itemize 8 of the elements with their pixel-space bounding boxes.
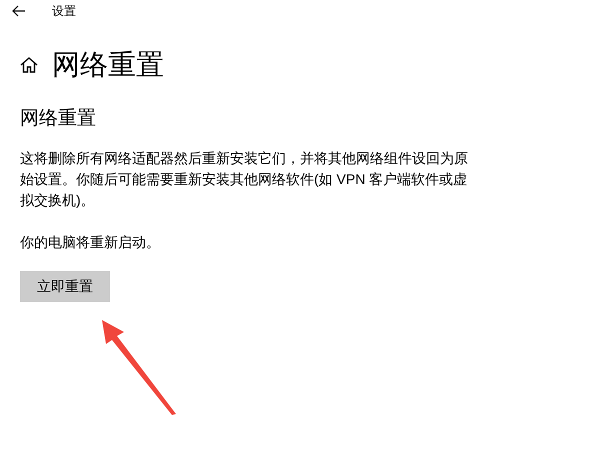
section-title: 网络重置 [20, 107, 97, 131]
home-icon[interactable] [20, 57, 38, 73]
page-title: 网络重置 [52, 48, 164, 82]
restart-note: 你的电脑将重新启动。 [20, 233, 161, 252]
description-text: 这将删除所有网络适配器然后重新安装它们，并将其他网络组件设回为原始设置。你随后可能需要重新安装其他网络软件(如 VPN 客户端软件或虚拟交换机)。 [20, 149, 469, 210]
back-icon[interactable] [12, 5, 26, 17]
reset-now-button[interactable]: 立即重置 [20, 271, 110, 302]
window-title: 设置 [52, 2, 76, 20]
